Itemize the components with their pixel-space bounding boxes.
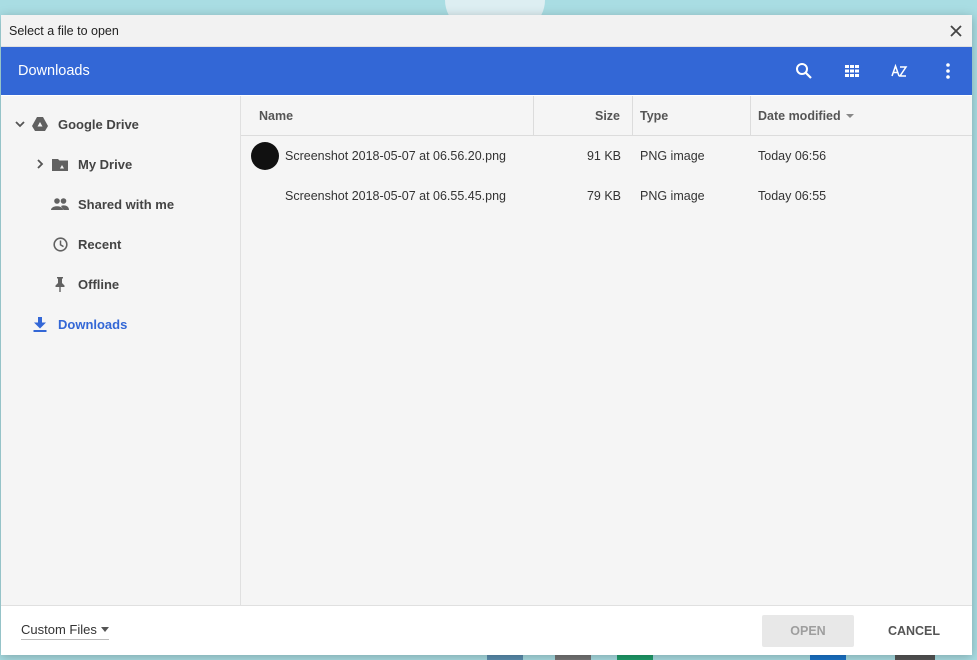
- sidebar-item-label: My Drive: [78, 156, 133, 172]
- close-icon: [950, 24, 962, 37]
- file-size: 79 KB: [586, 189, 621, 203]
- table-row[interactable]: Screenshot 2018-05-07 at 06.55.45.png 79…: [241, 176, 972, 216]
- filter-label: Custom Files: [21, 621, 97, 637]
- dialog-footer: Custom Files OPEN CANCEL: [1, 605, 972, 655]
- column-header-name[interactable]: Name: [241, 96, 534, 135]
- column-label: Name: [259, 108, 294, 123]
- expand-toggle[interactable]: [10, 120, 30, 128]
- column-header-date-modified[interactable]: Date modified: [751, 96, 972, 135]
- search-icon: [796, 63, 812, 79]
- google-drive-icon: [30, 114, 50, 134]
- open-button[interactable]: OPEN: [762, 614, 854, 647]
- people-icon: [50, 194, 70, 214]
- chevron-right-icon: [36, 159, 43, 169]
- file-date: Today 06:56: [758, 149, 827, 163]
- sidebar-item-label: Downloads: [58, 316, 128, 332]
- sidebar-item-shared-with-me[interactable]: Shared with me: [1, 184, 240, 224]
- file-type: PNG image: [640, 149, 705, 163]
- image-thumbnail-placeholder: [251, 182, 279, 210]
- sidebar-item-google-drive[interactable]: Google Drive: [1, 104, 240, 144]
- column-label: Size: [594, 108, 620, 123]
- file-list: Name Size Type Date modified Screenshot …: [241, 96, 972, 605]
- file-size: 91 KB: [586, 149, 621, 163]
- expand-toggle[interactable]: [30, 159, 50, 169]
- navigation-sidebar: Google Drive My Drive Shared with me Rec…: [1, 96, 241, 605]
- column-label: Type: [640, 108, 669, 123]
- dialog-titlebar: Select a file to open: [1, 15, 972, 47]
- close-button[interactable]: [942, 17, 970, 45]
- column-label: Date modified: [758, 108, 841, 123]
- current-location-title: Downloads: [18, 63, 90, 79]
- file-date: Today 06:55: [758, 189, 827, 203]
- download-icon: [30, 314, 50, 334]
- sidebar-item-label: Google Drive: [58, 116, 139, 132]
- location-toolbar: Downloads: [1, 47, 972, 95]
- grid-view-button[interactable]: [828, 47, 876, 95]
- image-thumbnail: [251, 142, 279, 170]
- file-type-filter-dropdown[interactable]: Custom Files: [21, 622, 109, 640]
- table-row[interactable]: Screenshot 2018-05-07 at 06.56.20.png 91…: [241, 136, 972, 176]
- file-open-dialog: Select a file to open Downloads Google D…: [1, 15, 972, 655]
- sidebar-item-downloads[interactable]: Downloads: [1, 304, 240, 344]
- sidebar-item-my-drive[interactable]: My Drive: [1, 144, 240, 184]
- sidebar-item-label: Recent: [78, 236, 122, 252]
- column-header-size[interactable]: Size: [534, 96, 633, 135]
- search-button[interactable]: [780, 47, 828, 95]
- sidebar-item-label: Offline: [78, 276, 120, 292]
- pin-icon: [50, 274, 70, 294]
- shared-folder-icon: [50, 154, 70, 174]
- sort-descending-icon: [845, 113, 854, 118]
- column-header-type[interactable]: Type: [633, 96, 751, 135]
- sidebar-item-label: Shared with me: [78, 196, 175, 212]
- sort-button[interactable]: [876, 47, 924, 95]
- file-type: PNG image: [640, 189, 705, 203]
- file-list-header: Name Size Type Date modified: [241, 96, 972, 136]
- dialog-title: Select a file to open: [9, 23, 119, 38]
- sort-az-icon: [891, 63, 908, 77]
- dropdown-caret-icon: [100, 626, 109, 632]
- grid-view-icon: [845, 65, 859, 77]
- more-vert-icon: [946, 63, 950, 79]
- sidebar-item-recent[interactable]: Recent: [1, 224, 240, 264]
- clock-icon: [50, 234, 70, 254]
- cancel-button[interactable]: CANCEL: [868, 615, 960, 647]
- sidebar-item-offline[interactable]: Offline: [1, 264, 240, 304]
- file-name: Screenshot 2018-05-07 at 06.56.20.png: [285, 149, 507, 163]
- chevron-down-icon: [15, 120, 25, 127]
- file-name: Screenshot 2018-05-07 at 06.55.45.png: [285, 189, 507, 203]
- more-options-button[interactable]: [924, 47, 972, 95]
